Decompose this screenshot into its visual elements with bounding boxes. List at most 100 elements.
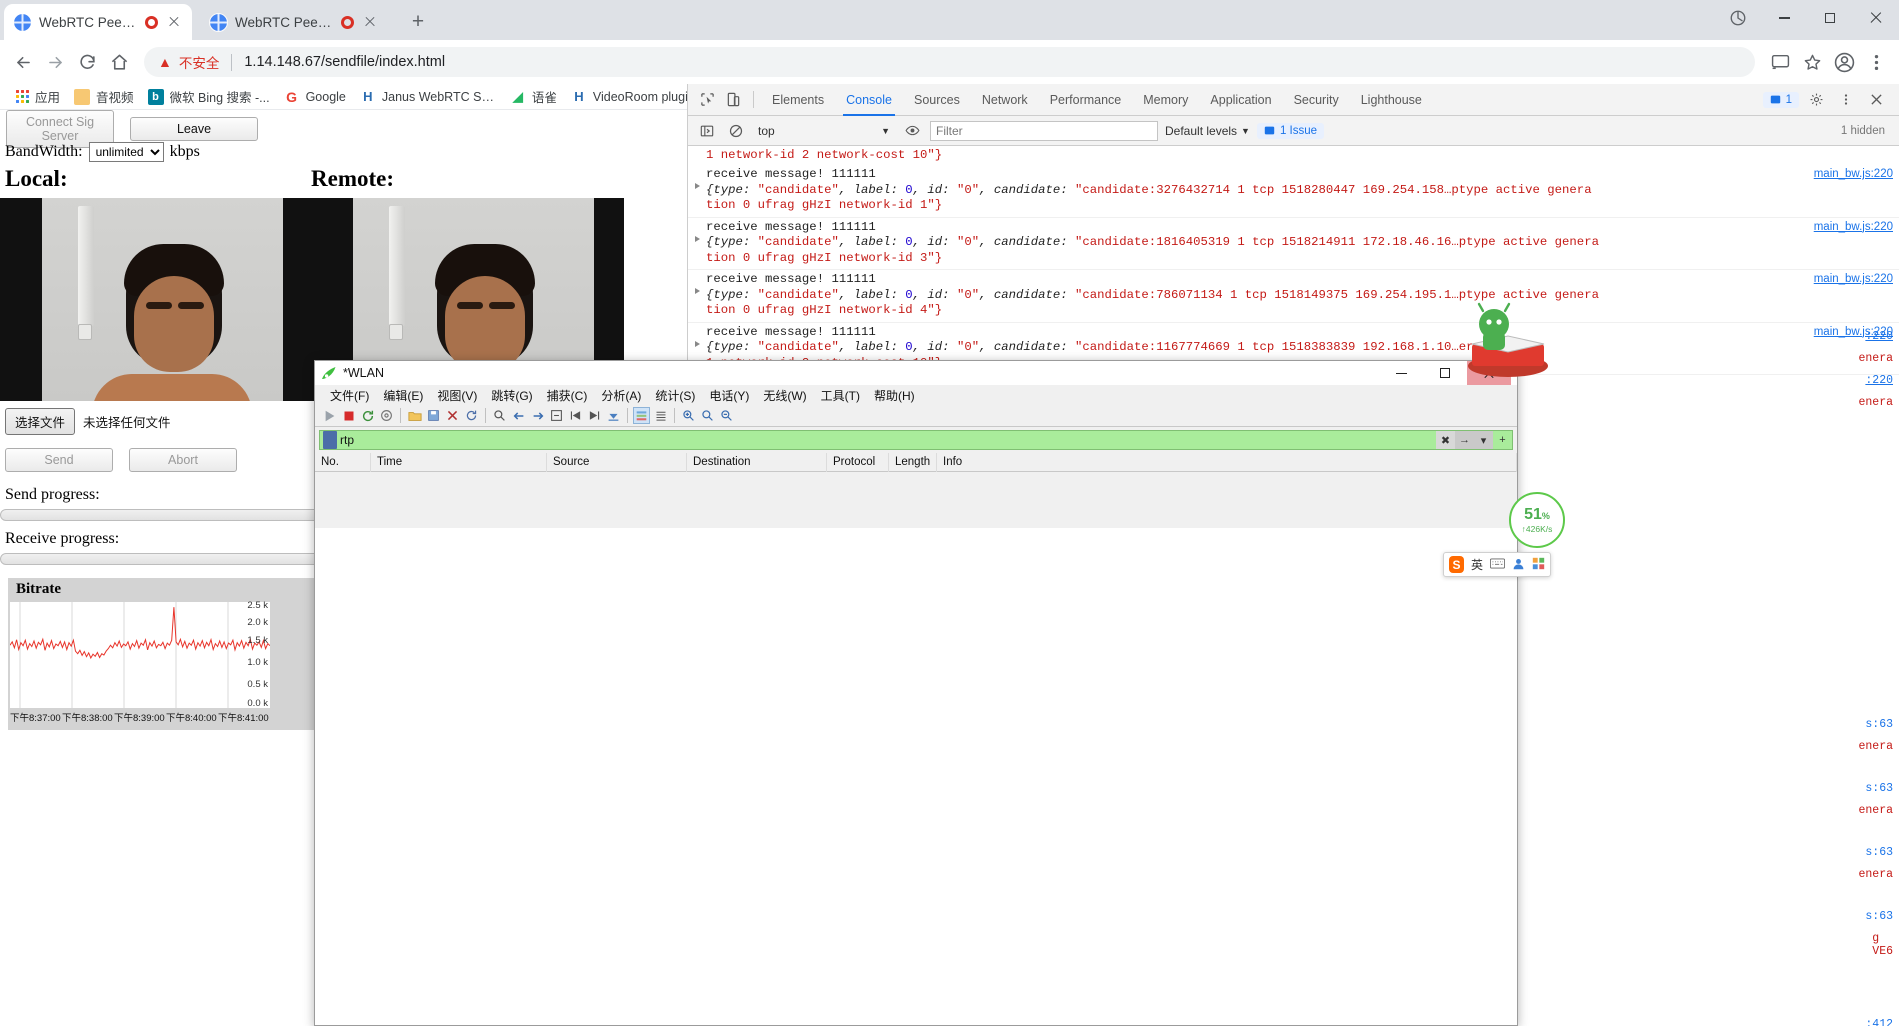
expand-triangle-icon[interactable] [695, 183, 700, 189]
expand-triangle-icon[interactable] [695, 340, 700, 347]
zoom-out-icon[interactable] [718, 407, 735, 424]
menu-view[interactable]: 视图(V) [430, 385, 484, 406]
tab-elements[interactable]: Elements [761, 84, 835, 116]
menu-tools[interactable]: 工具(T) [814, 385, 867, 406]
wireshark-display-filter[interactable]: rtp ✖ → ▾ + [319, 430, 1513, 450]
issue-count-pill[interactable]: 1 Issue [1256, 122, 1325, 139]
tab-application[interactable]: Application [1199, 84, 1282, 116]
bookmark-audio-video[interactable]: 音视频 [67, 85, 141, 108]
expression-plus-icon[interactable]: + [1493, 431, 1512, 449]
column-no[interactable]: No. [315, 452, 371, 472]
menu-statistics[interactable]: 统计(S) [648, 385, 702, 406]
start-capture-icon[interactable] [321, 407, 338, 424]
bookmark-google[interactable]: G Google [277, 87, 353, 107]
reload-file-icon[interactable] [463, 407, 480, 424]
extension-icon[interactable] [1715, 0, 1761, 36]
reload-icon[interactable] [72, 47, 102, 77]
menu-help[interactable]: 帮助(H) [867, 385, 922, 406]
keyboard-icon[interactable] [1490, 558, 1505, 572]
column-source[interactable]: Source [547, 452, 687, 472]
colorize-packets-icon[interactable] [633, 407, 650, 424]
go-forward-icon[interactable] [529, 407, 546, 424]
bookmark-bing[interactable]: b 微软 Bing 搜索 -... [141, 85, 277, 108]
column-destination[interactable]: Destination [687, 452, 827, 472]
cast-icon[interactable] [1765, 47, 1795, 77]
device-toolbar-icon[interactable] [720, 87, 746, 113]
leave-button[interactable]: Leave [130, 117, 258, 141]
bookmark-star-icon[interactable] [1797, 47, 1827, 77]
menu-go[interactable]: 跳转(G) [484, 385, 539, 406]
clear-console-icon[interactable] [725, 120, 747, 142]
tab-memory[interactable]: Memory [1132, 84, 1199, 116]
tab-lighthouse[interactable]: Lighthouse [1350, 84, 1433, 116]
expand-triangle-icon[interactable] [695, 288, 700, 294]
menu-capture[interactable]: 捕获(C) [540, 385, 595, 406]
packet-list[interactable] [315, 528, 1517, 1025]
filter-dropdown-icon[interactable]: ▾ [1474, 431, 1493, 449]
column-time[interactable]: Time [371, 452, 547, 472]
console-source-link[interactable]: main_bw.js:220 [1814, 167, 1893, 183]
zoom-fit-icon[interactable] [652, 407, 669, 424]
restart-capture-icon[interactable] [359, 407, 376, 424]
menu-wireless[interactable]: 无线(W) [756, 385, 813, 406]
local-video[interactable] [0, 198, 313, 401]
console-message[interactable]: receive message! 111111 {type: "candidat… [688, 165, 1899, 218]
ime-mode-label[interactable]: 英 [1471, 556, 1483, 573]
console-source-link[interactable]: main_bw.js:220 [1814, 220, 1893, 236]
inspect-element-icon[interactable] [694, 87, 720, 113]
issues-badge[interactable]: 1 [1762, 91, 1799, 108]
choose-file-button[interactable]: 选择文件 [5, 408, 76, 435]
minimize-button[interactable] [1761, 0, 1807, 36]
home-icon[interactable] [104, 47, 134, 77]
devtools-more-icon[interactable] [1833, 87, 1859, 113]
console-filter-input[interactable]: Filter [930, 120, 1158, 141]
sogou-ime-bar[interactable]: S 英 [1443, 552, 1551, 577]
close-file-icon[interactable] [444, 407, 461, 424]
save-file-icon[interactable] [425, 407, 442, 424]
send-button[interactable]: Send [5, 448, 113, 472]
forward-arrow-icon[interactable] [40, 47, 70, 77]
menu-telephony[interactable]: 电话(Y) [702, 385, 756, 406]
clear-filter-icon[interactable]: ✖ [1436, 431, 1455, 449]
find-packet-icon[interactable] [491, 407, 508, 424]
column-info[interactable]: Info [937, 452, 1517, 472]
minimize-button[interactable] [1379, 361, 1423, 385]
back-arrow-icon[interactable] [8, 47, 38, 77]
console-levels-select[interactable]: Default levels ▼ [1165, 124, 1250, 138]
go-to-packet-icon[interactable] [548, 407, 565, 424]
close-icon[interactable] [1863, 87, 1889, 113]
bookmark-yuque[interactable]: ◢ 语雀 [503, 85, 564, 108]
expand-triangle-icon[interactable] [695, 235, 700, 242]
tab-sources[interactable]: Sources [903, 84, 971, 116]
console-message[interactable]: receive message! 111111 {type: "candidat… [688, 218, 1899, 270]
abort-button[interactable]: Abort [129, 448, 237, 472]
zoom-in-icon[interactable] [680, 407, 697, 424]
go-first-icon[interactable] [567, 407, 584, 424]
filter-bookmark-icon[interactable] [323, 431, 337, 449]
close-button[interactable] [1853, 0, 1899, 36]
menu-edit[interactable]: 编辑(E) [376, 385, 430, 406]
three-dot-menu-icon[interactable] [1861, 47, 1891, 77]
bookmark-videoroom-plugin[interactable]: H VideoRoom plugi... [564, 87, 705, 107]
tab-close-button[interactable] [362, 14, 378, 30]
go-back-icon[interactable] [510, 407, 527, 424]
gear-icon[interactable] [1803, 87, 1829, 113]
go-last-icon[interactable] [586, 407, 603, 424]
console-message[interactable]: receive message! 111111 {type: "candidat… [688, 270, 1899, 323]
tab-close-button[interactable] [166, 14, 182, 30]
tab-security[interactable]: Security [1283, 84, 1350, 116]
live-expression-icon[interactable] [901, 120, 923, 142]
address-bar[interactable]: ▲ 不安全 1.14.148.67/sendfile/index.html [144, 47, 1755, 77]
bookmark-apps[interactable]: 应用 [9, 85, 67, 108]
tab-network[interactable]: Network [971, 84, 1039, 116]
wireshark-window[interactable]: *WLAN 文件(F) 编辑(E) 视图(V) 跳转(G) 捕获(C) 分析(A… [314, 360, 1518, 1026]
column-protocol[interactable]: Protocol [827, 452, 889, 472]
apply-filter-icon[interactable]: → [1455, 431, 1474, 449]
filter-input-value[interactable]: rtp [340, 433, 1436, 447]
zoom-reset-icon[interactable] [699, 407, 716, 424]
menu-analyze[interactable]: 分析(A) [594, 385, 648, 406]
column-length[interactable]: Length [889, 452, 937, 472]
tab-console[interactable]: Console [835, 84, 903, 116]
console-context-select[interactable]: top ▼ [754, 121, 894, 141]
menu-file[interactable]: 文件(F) [323, 385, 376, 406]
